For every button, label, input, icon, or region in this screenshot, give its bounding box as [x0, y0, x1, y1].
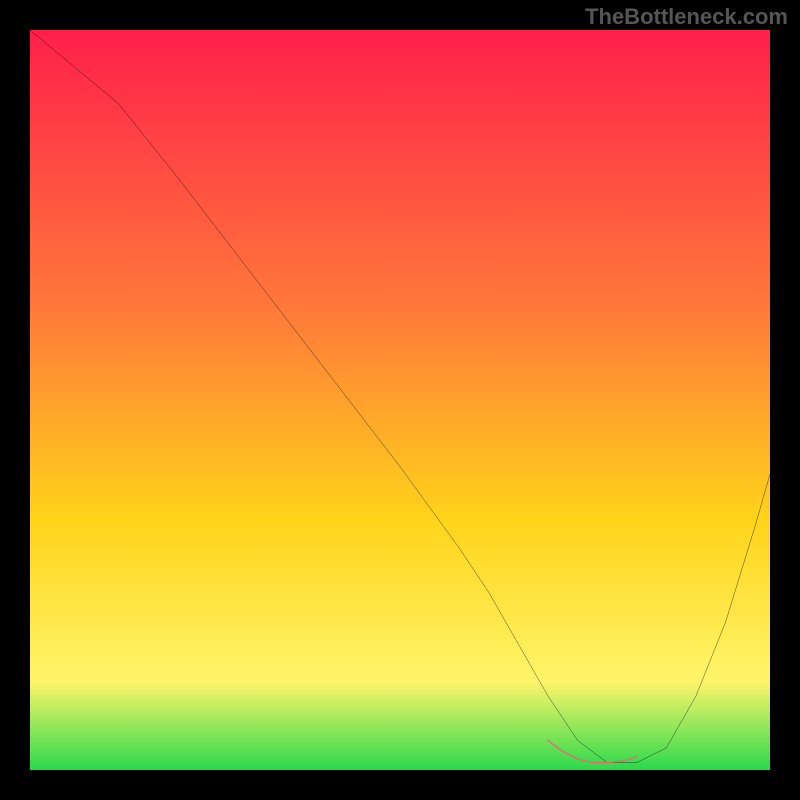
watermark-text: TheBottleneck.com	[585, 4, 788, 30]
chart-frame: TheBottleneck.com	[0, 0, 800, 800]
gradient-background	[30, 30, 770, 770]
bottleneck-chart	[30, 30, 770, 770]
